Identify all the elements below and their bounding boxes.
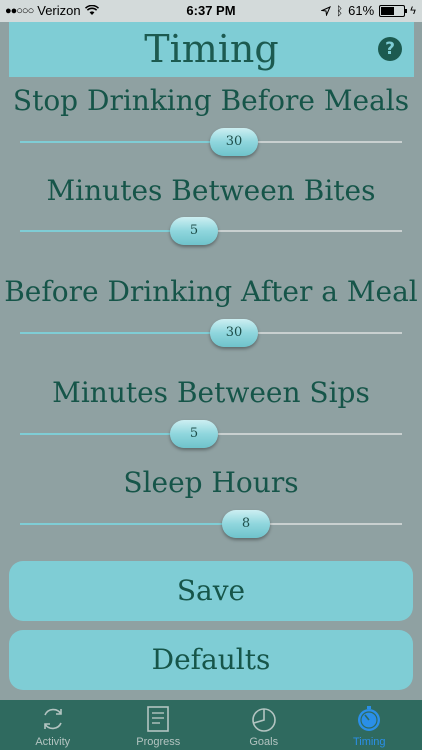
slider-thumb[interactable]: 30: [210, 128, 258, 156]
slider-minutes-between-bites[interactable]: 5: [20, 217, 402, 245]
tab-activity[interactable]: Activity: [0, 700, 106, 750]
slider-min-track: [20, 332, 234, 334]
tab-label-timing: Timing: [352, 736, 386, 748]
slider-thumb[interactable]: 5: [170, 217, 218, 245]
save-button[interactable]: Save: [9, 561, 413, 621]
tab-label-progress: Progress: [136, 736, 181, 748]
tab-progress[interactable]: Progress: [106, 700, 212, 750]
battery-icon: [379, 4, 408, 17]
slider-thumb[interactable]: 8: [222, 510, 270, 538]
page-title: Timing: [144, 27, 279, 71]
slider-stop-drinking[interactable]: 30: [20, 128, 402, 156]
slider-min-track: [20, 230, 194, 232]
slider-sleep-hours[interactable]: 8: [20, 510, 402, 538]
goals-icon: [251, 708, 276, 732]
tab-bar: Activity Progress Goals Timing: [0, 700, 422, 750]
setting-label-sleep-hours: Sleep Hours: [123, 466, 299, 499]
status-bar: ●●○○○ Verizon 6:37 PM ᛒ 61% ϟ: [0, 0, 422, 22]
battery-percent: 61%: [348, 3, 375, 18]
slider-max-track: [258, 332, 402, 334]
setting-label-stop-drinking: Stop Drinking Before Meals: [12, 84, 410, 117]
slider-max-track: [218, 230, 402, 232]
slider-min-track: [20, 523, 246, 525]
defaults-button[interactable]: Defaults: [9, 630, 413, 690]
tab-label-activity: Activity: [35, 736, 71, 748]
slider-min-track: [20, 433, 194, 435]
slider-max-track: [218, 433, 402, 435]
slider-before-drinking-after-meal[interactable]: 30: [20, 319, 402, 347]
activity-icon: [43, 708, 62, 730]
setting-label-minutes-between-bites: Minutes Between Bites: [46, 174, 376, 207]
location-icon: [320, 5, 331, 16]
slider-min-track: [20, 141, 234, 143]
tab-label-goals: Goals: [249, 736, 279, 748]
header-bar: Timing ?: [9, 22, 414, 77]
slider-thumb[interactable]: 5: [170, 420, 218, 448]
bluetooth-icon: ᛒ: [335, 3, 344, 18]
slider-max-track: [258, 141, 402, 143]
setting-label-minutes-between-sips: Minutes Between Sips: [52, 376, 370, 409]
tab-timing[interactable]: Timing: [317, 700, 422, 750]
slider-max-track: [270, 523, 402, 525]
tab-goals[interactable]: Goals: [211, 700, 317, 750]
charging-icon: ϟ: [410, 4, 416, 17]
progress-icon: [147, 706, 170, 732]
slider-thumb[interactable]: 30: [210, 319, 258, 347]
slider-minutes-between-sips[interactable]: 5: [20, 420, 402, 448]
setting-label-before-drinking-after-meal: Before Drinking After a Meal: [4, 275, 418, 308]
timing-icon: [358, 706, 381, 731]
help-icon[interactable]: ?: [378, 37, 402, 61]
